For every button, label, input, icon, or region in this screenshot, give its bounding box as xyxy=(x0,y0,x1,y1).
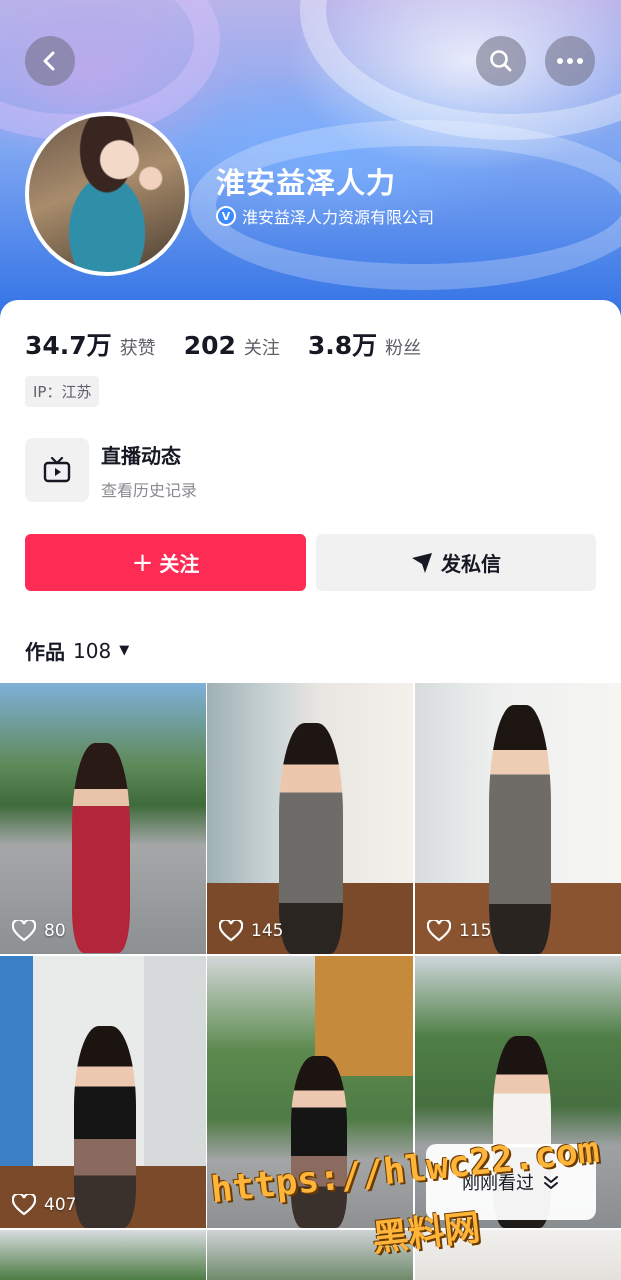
heart-icon xyxy=(219,920,243,942)
video-tile[interactable] xyxy=(0,1230,206,1280)
back-icon xyxy=(43,51,55,71)
stat-value: 3.8万 xyxy=(307,331,378,360)
video-tile[interactable]: 145 xyxy=(207,683,413,954)
live-history-entry[interactable]: 直播动态 查看历史记录 xyxy=(25,438,197,502)
heart-icon xyxy=(12,1194,36,1216)
video-thumbnail xyxy=(279,723,343,954)
search-button[interactable] xyxy=(476,36,526,86)
follow-button[interactable]: + 关注 xyxy=(25,534,306,591)
send-icon xyxy=(412,552,432,573)
video-thumbnail xyxy=(72,743,130,953)
video-thumbnail xyxy=(489,705,551,954)
verified-row: V 淮安益泽人力资源有限公司 xyxy=(216,204,434,228)
stat-value: 34.7万 xyxy=(25,331,112,360)
stat-label: 粉丝 xyxy=(385,338,422,359)
stat-likes[interactable]: 34.7万 获赞 xyxy=(25,326,156,362)
works-label: 作品 xyxy=(25,640,65,664)
follow-label: 关注 xyxy=(159,552,200,576)
more-icon xyxy=(557,58,583,64)
heart-icon xyxy=(12,920,36,942)
works-tab[interactable]: 作品 108 ▼ xyxy=(25,636,129,665)
live-title: 直播动态 xyxy=(101,443,181,468)
search-icon xyxy=(490,50,512,72)
like-count: 80 xyxy=(12,920,66,942)
stat-following[interactable]: 202 关注 xyxy=(184,331,280,360)
like-value: 80 xyxy=(44,921,66,941)
heart-icon xyxy=(427,920,451,942)
verified-label: 淮安益泽人力资源有限公司 xyxy=(242,208,435,227)
message-label: 发私信 xyxy=(441,552,501,576)
like-value: 407 xyxy=(44,1195,77,1215)
live-subtitle: 查看历史记录 xyxy=(101,480,198,500)
works-count: 108 xyxy=(73,638,112,663)
video-thumbnail xyxy=(74,1026,136,1228)
like-count: 407 xyxy=(12,1194,76,1216)
video-tile[interactable]: 407 xyxy=(0,956,206,1228)
video-tile[interactable]: 80 xyxy=(0,683,206,954)
like-value: 115 xyxy=(459,921,492,941)
like-value: 145 xyxy=(251,921,284,941)
verified-icon: V xyxy=(216,206,236,226)
stat-label: 关注 xyxy=(243,338,280,359)
back-button[interactable] xyxy=(25,36,75,86)
avatar[interactable] xyxy=(25,112,189,276)
message-button[interactable]: 发私信 xyxy=(316,534,596,591)
stat-value: 202 xyxy=(183,331,236,360)
like-count: 115 xyxy=(427,920,491,942)
stats-row: 34.7万 获赞 202 关注 3.8万 粉丝 xyxy=(25,326,449,362)
stat-followers[interactable]: 3.8万 粉丝 xyxy=(308,326,421,362)
stat-label: 获赞 xyxy=(119,338,156,359)
profile-name: 淮安益泽人力 xyxy=(216,166,397,200)
more-button[interactable] xyxy=(545,36,595,86)
video-tile[interactable]: 115 xyxy=(415,683,621,954)
chevron-down-icon: ▼ xyxy=(119,643,130,658)
like-count: 145 xyxy=(219,920,283,942)
plus-icon: + xyxy=(131,547,154,578)
tv-icon xyxy=(25,438,89,502)
ip-location-tag: IP：江苏 xyxy=(25,376,100,407)
